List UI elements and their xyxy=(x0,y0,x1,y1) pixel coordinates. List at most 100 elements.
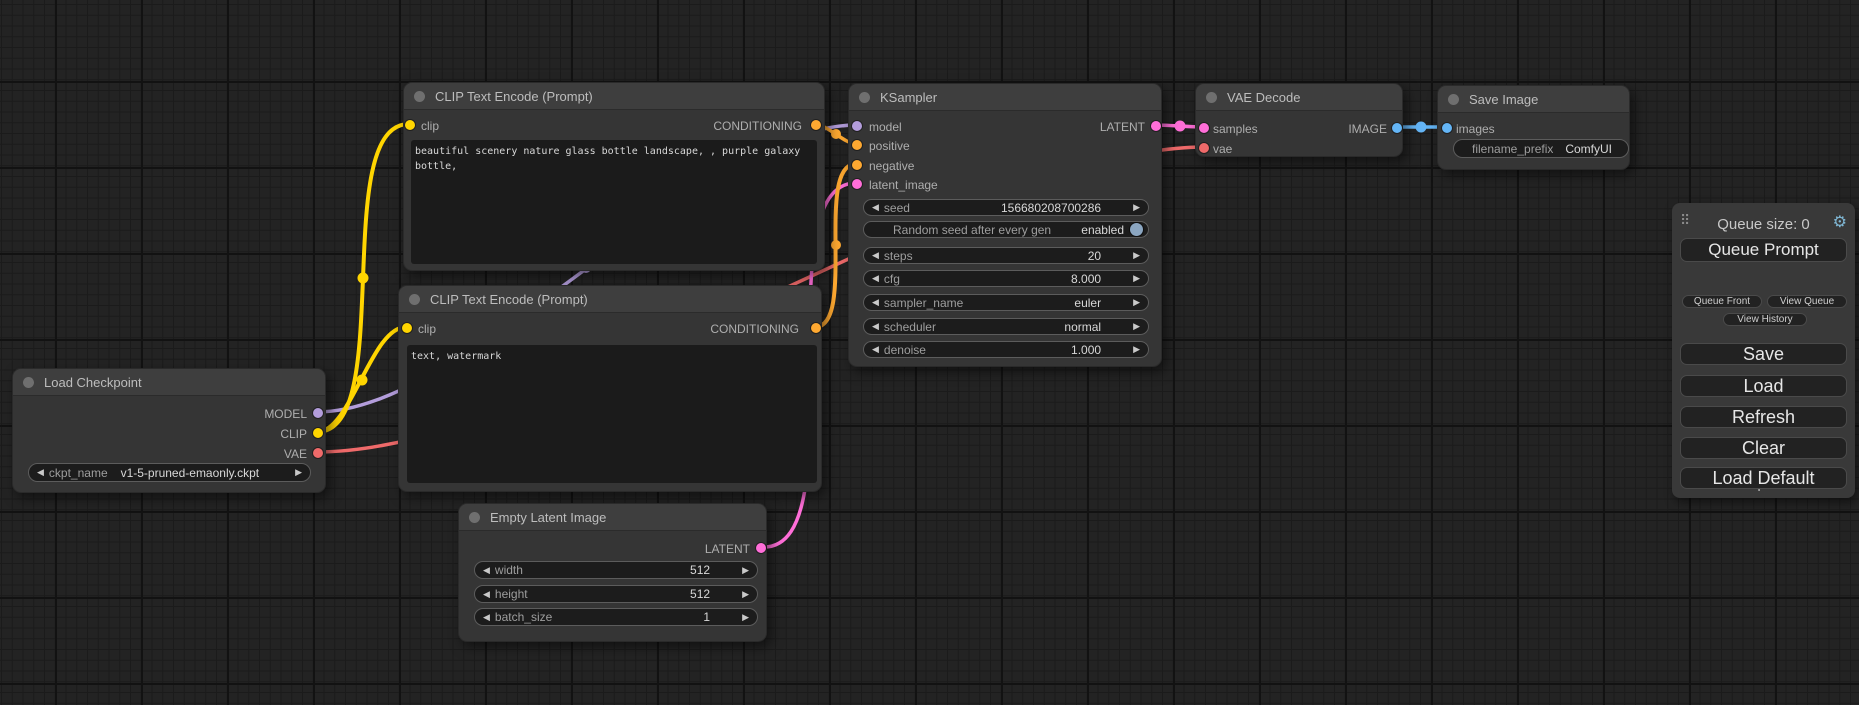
prompt-text-area[interactable]: text, watermark xyxy=(407,345,817,483)
input-port-images[interactable] xyxy=(1442,123,1452,133)
widget-value: normal xyxy=(1064,320,1101,334)
widget-label: seed xyxy=(884,201,910,215)
input-port-samples[interactable] xyxy=(1199,123,1209,133)
increment-arrow-icon[interactable]: ▶ xyxy=(295,468,302,477)
increment-arrow-icon[interactable]: ▶ xyxy=(1133,274,1140,283)
input-label-latent-image: latent_image xyxy=(869,178,938,192)
refresh-button[interactable]: Refresh xyxy=(1680,406,1847,428)
node-clip-text-encode-positive[interactable]: CLIP Text Encode (Prompt) clip CONDITION… xyxy=(403,82,825,271)
node-title-bar[interactable]: CLIP Text Encode (Prompt) xyxy=(404,83,824,110)
collapse-dot-icon[interactable] xyxy=(859,92,870,103)
widget-value: ComfyUI xyxy=(1565,142,1612,156)
output-port-image[interactable] xyxy=(1392,123,1402,133)
increment-arrow-icon[interactable]: ▶ xyxy=(742,590,749,599)
prompt-text-area[interactable]: beautiful scenery nature glass bottle la… xyxy=(411,140,817,264)
input-port-clip[interactable] xyxy=(405,120,415,130)
widget-value: 8.000 xyxy=(1071,272,1101,286)
load-default-button[interactable]: Load Default xyxy=(1680,467,1847,489)
toggle-enabled-indicator[interactable] xyxy=(1130,223,1143,236)
node-clip-text-encode-negative[interactable]: CLIP Text Encode (Prompt) clip CONDITION… xyxy=(398,285,822,492)
node-title: Empty Latent Image xyxy=(490,510,606,525)
node-load-checkpoint[interactable]: Load Checkpoint MODEL CLIP VAE ◀ ckpt_na… xyxy=(12,368,326,493)
output-label-vae: VAE xyxy=(284,447,307,461)
node-title-bar[interactable]: VAE Decode xyxy=(1196,84,1402,111)
output-port-latent[interactable] xyxy=(756,543,766,553)
input-port-model[interactable] xyxy=(852,121,862,131)
input-port-negative[interactable] xyxy=(852,160,862,170)
height-widget[interactable]: ◀ height 512 ▶ xyxy=(474,585,758,603)
output-port-model[interactable] xyxy=(313,408,323,418)
queue-front-button[interactable]: Queue Front xyxy=(1682,295,1762,308)
input-port-positive[interactable] xyxy=(852,140,862,150)
increment-arrow-icon[interactable]: ▶ xyxy=(1133,298,1140,307)
batch-size-widget[interactable]: ◀ batch_size 1 ▶ xyxy=(474,608,758,626)
sampler-name-widget[interactable]: ◀ sampler_name euler ▶ xyxy=(863,294,1149,311)
node-vae-decode[interactable]: VAE Decode samples vae IMAGE xyxy=(1195,83,1403,157)
input-port-latent-image[interactable] xyxy=(852,179,862,189)
output-port-conditioning[interactable] xyxy=(811,120,821,130)
node-save-image[interactable]: Save Image images filename_prefix ComfyU… xyxy=(1437,85,1630,170)
queue-prompt-button[interactable]: Queue Prompt xyxy=(1680,238,1847,262)
filename-prefix-widget[interactable]: filename_prefix ComfyUI xyxy=(1453,139,1629,158)
view-queue-button[interactable]: View Queue xyxy=(1767,295,1847,308)
collapse-dot-icon[interactable] xyxy=(1448,94,1459,105)
node-title-bar[interactable]: CLIP Text Encode (Prompt) xyxy=(399,286,821,313)
decrement-arrow-icon[interactable]: ◀ xyxy=(872,251,879,260)
increment-arrow-icon[interactable]: ▶ xyxy=(1133,203,1140,212)
widget-label: batch_size xyxy=(495,610,552,624)
random-seed-toggle-widget[interactable]: Random seed after every gen enabled xyxy=(863,221,1149,238)
decrement-arrow-icon[interactable]: ◀ xyxy=(483,590,490,599)
width-widget[interactable]: ◀ width 512 ▶ xyxy=(474,561,758,579)
node-empty-latent-image[interactable]: Empty Latent Image LATENT ◀ width 512 ▶ … xyxy=(458,503,767,642)
increment-arrow-icon[interactable]: ▶ xyxy=(1133,322,1140,331)
collapse-dot-icon[interactable] xyxy=(409,294,420,305)
clear-button[interactable]: Clear xyxy=(1680,437,1847,459)
save-button[interactable]: Save xyxy=(1680,343,1847,365)
widget-label: width xyxy=(495,563,523,577)
main-menu-panel: ⠿ Queue size: 0 ⚙ Queue Prompt Extra opt… xyxy=(1672,203,1855,498)
input-label-positive: positive xyxy=(869,139,910,153)
collapse-dot-icon[interactable] xyxy=(23,377,34,388)
ckpt-name-widget[interactable]: ◀ ckpt_name v1-5-pruned-emaonly.ckpt ▶ xyxy=(28,463,311,482)
input-port-clip[interactable] xyxy=(402,323,412,333)
gear-icon[interactable]: ⚙ xyxy=(1833,212,1847,232)
collapse-dot-icon[interactable] xyxy=(469,512,480,523)
node-title-bar[interactable]: Load Checkpoint xyxy=(13,369,325,396)
collapse-dot-icon[interactable] xyxy=(1206,92,1217,103)
scheduler-widget[interactable]: ◀ scheduler normal ▶ xyxy=(863,318,1149,335)
increment-arrow-icon[interactable]: ▶ xyxy=(1133,251,1140,260)
decrement-arrow-icon[interactable]: ◀ xyxy=(872,274,879,283)
increment-arrow-icon[interactable]: ▶ xyxy=(742,566,749,575)
decrement-arrow-icon[interactable]: ◀ xyxy=(872,298,879,307)
decrement-arrow-icon[interactable]: ◀ xyxy=(483,613,490,622)
node-ksampler[interactable]: KSampler model positive negative latent_… xyxy=(848,83,1162,367)
widget-value: 512 xyxy=(690,563,710,577)
node-title-bar[interactable]: KSampler xyxy=(849,84,1161,111)
node-title-bar[interactable]: Save Image xyxy=(1438,86,1629,113)
decrement-arrow-icon[interactable]: ◀ xyxy=(872,203,879,212)
output-port-vae[interactable] xyxy=(313,448,323,458)
decrement-arrow-icon[interactable]: ◀ xyxy=(37,468,44,477)
output-port-latent[interactable] xyxy=(1151,121,1161,131)
node-title: CLIP Text Encode (Prompt) xyxy=(430,292,588,307)
increment-arrow-icon[interactable]: ▶ xyxy=(1133,345,1140,354)
cfg-widget[interactable]: ◀ cfg 8.000 ▶ xyxy=(863,270,1149,287)
node-title-bar[interactable]: Empty Latent Image xyxy=(459,504,766,531)
input-port-vae[interactable] xyxy=(1199,143,1209,153)
increment-arrow-icon[interactable]: ▶ xyxy=(742,613,749,622)
widget-label: height xyxy=(495,587,528,601)
input-label-samples: samples xyxy=(1213,122,1258,136)
view-history-button[interactable]: View History xyxy=(1723,313,1807,326)
decrement-arrow-icon[interactable]: ◀ xyxy=(483,566,490,575)
decrement-arrow-icon[interactable]: ◀ xyxy=(872,322,879,331)
output-port-clip[interactable] xyxy=(313,428,323,438)
output-port-conditioning[interactable] xyxy=(811,323,821,333)
input-label-clip: clip xyxy=(418,322,436,336)
load-button[interactable]: Load xyxy=(1680,375,1847,397)
output-label-model: MODEL xyxy=(264,407,307,421)
collapse-dot-icon[interactable] xyxy=(414,91,425,102)
seed-widget[interactable]: ◀ seed 156680208700286 ▶ xyxy=(863,199,1149,216)
denoise-widget[interactable]: ◀ denoise 1.000 ▶ xyxy=(863,341,1149,358)
decrement-arrow-icon[interactable]: ◀ xyxy=(872,345,879,354)
steps-widget[interactable]: ◀ steps 20 ▶ xyxy=(863,247,1149,264)
